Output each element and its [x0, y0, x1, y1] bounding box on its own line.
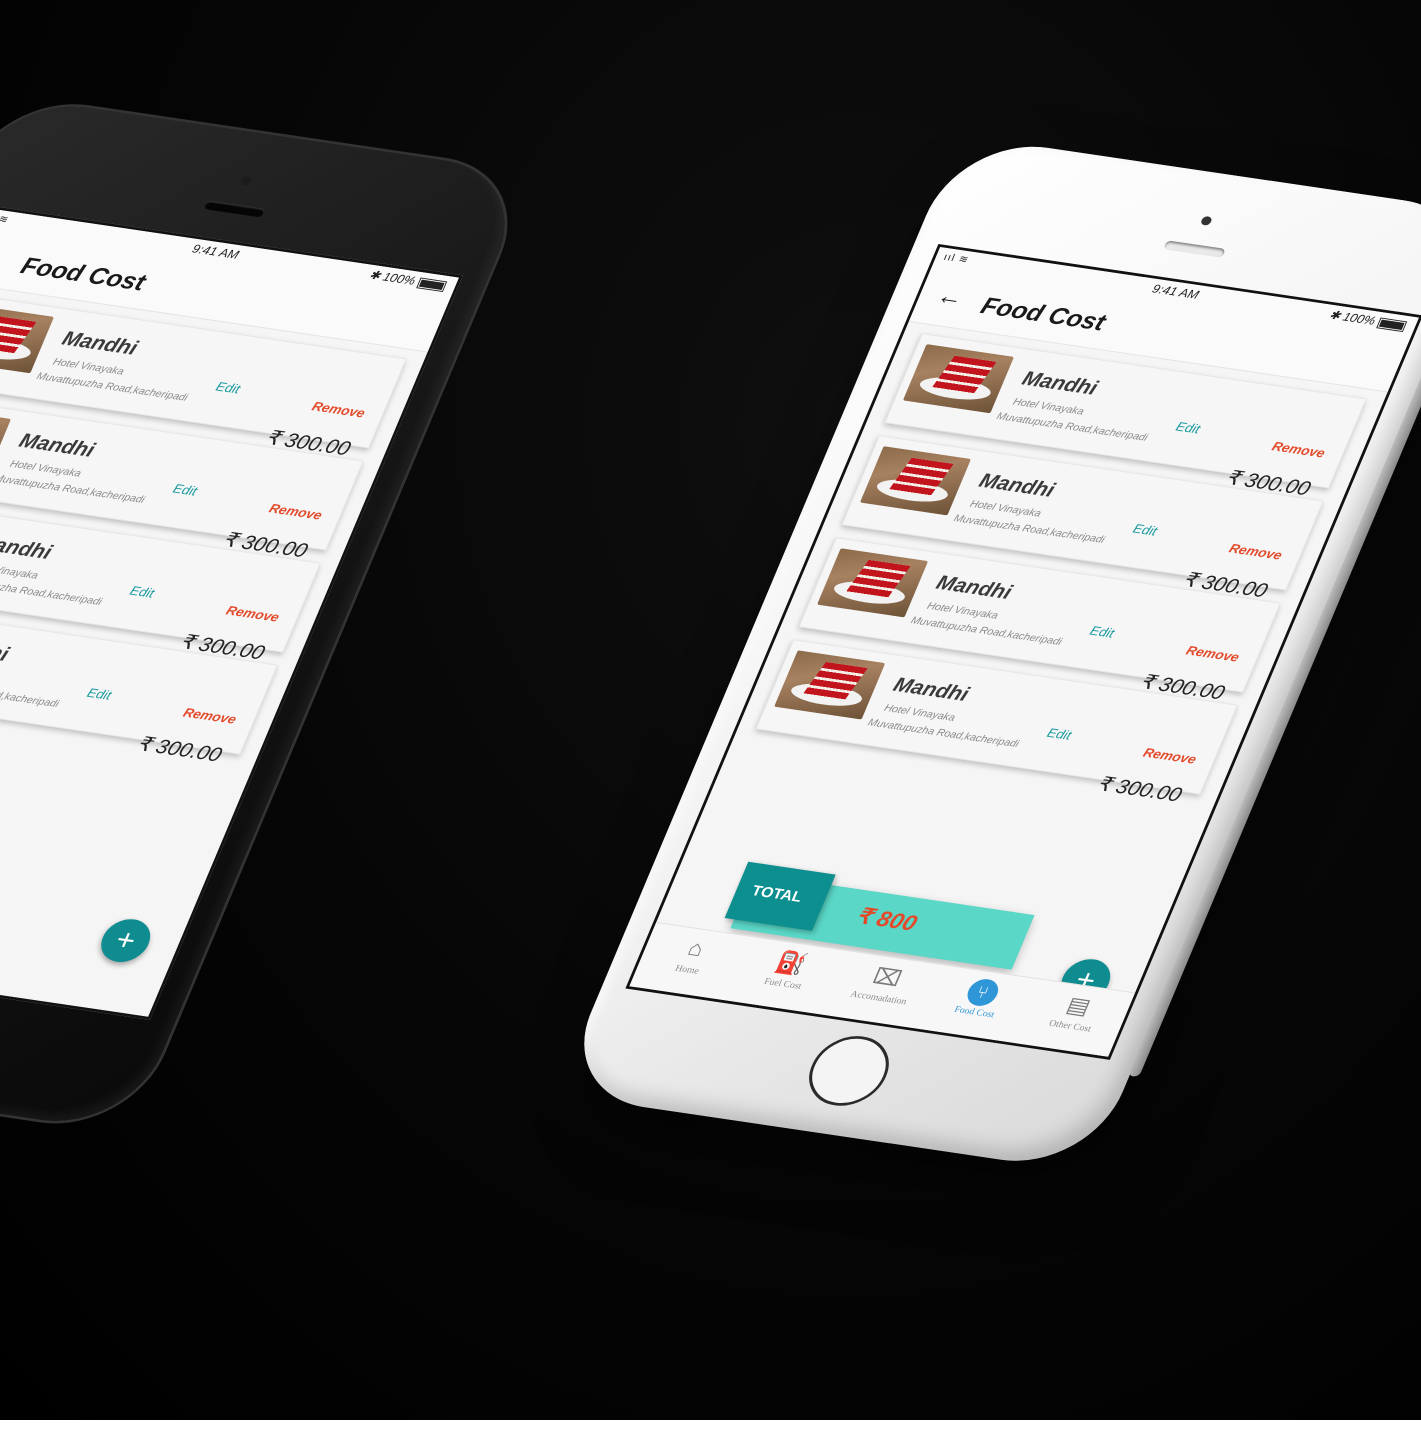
app-screen: ııl ≋ 9:41 AM ✱ 100% ← Food Cost Mandhi … — [625, 243, 1421, 1060]
cake-image — [774, 650, 886, 720]
food-place: Hotel Vinayaka — [0, 561, 40, 582]
remove-button[interactable]: Remove — [224, 603, 282, 625]
back-arrow-icon[interactable]: ← — [932, 281, 969, 312]
food-name: Mandhi — [890, 672, 973, 706]
remove-button[interactable]: Remove — [310, 399, 368, 421]
page-title: Food Cost — [976, 291, 1111, 336]
remove-button[interactable]: Remove — [1270, 439, 1328, 461]
remove-button[interactable]: Remove — [1141, 745, 1199, 767]
page-title: Food Cost — [16, 251, 151, 296]
edit-button[interactable]: Edit — [1131, 521, 1160, 538]
edit-button[interactable]: Edit — [214, 379, 243, 396]
food-name: Mandhi — [0, 632, 13, 666]
remove-button[interactable]: Remove — [181, 705, 239, 727]
edit-button[interactable]: Edit — [171, 481, 200, 498]
food-icon: ⑂ — [962, 977, 1003, 1008]
food-name: Mandhi — [58, 326, 142, 360]
food-address: Muvattupuzha Road,kacheripadi — [0, 677, 61, 710]
remove-button[interactable]: Remove — [267, 501, 325, 523]
edit-button[interactable]: Edit — [85, 685, 114, 702]
remove-button[interactable]: Remove — [1227, 541, 1285, 563]
back-arrow-icon[interactable]: ← — [0, 241, 9, 272]
remove-button[interactable]: Remove — [1184, 643, 1242, 665]
cake-image — [817, 548, 929, 618]
earpiece-speaker — [203, 200, 266, 218]
battery-percent: 100% — [1340, 309, 1378, 328]
edit-button[interactable]: Edit — [128, 583, 157, 600]
edit-button[interactable]: Edit — [1088, 623, 1117, 640]
edit-button[interactable]: Edit — [1174, 419, 1203, 436]
home-button[interactable] — [797, 1031, 901, 1111]
food-name: Mandhi — [933, 570, 1016, 604]
background-stage: ııl ≋ 9:41 AM ✱ 100% ← Food Cost Mandhi … — [0, 0, 1421, 1420]
food-name: Mandhi — [0, 530, 56, 564]
app-screen-left: ııl ≋ 9:41 AM ✱ 100% ← Food Cost Mandhi … — [0, 203, 463, 1020]
food-list: Mandhi Hotel Vinayaka Muvattupuzha Road,… — [0, 282, 427, 766]
food-price: ₹ 300.00 — [1093, 771, 1186, 807]
food-name: Mandhi — [975, 468, 1059, 502]
food-name: Mandhi — [1018, 366, 1102, 400]
front-camera — [1199, 215, 1213, 226]
cake-image — [859, 446, 972, 516]
cake-image — [0, 304, 54, 374]
battery-percent: 100% — [380, 269, 418, 288]
total-value: ₹ 800 — [851, 903, 921, 937]
edit-button[interactable]: Edit — [1045, 725, 1074, 742]
phone-white: ııl ≋ 9:41 AM ✱ 100% ← Food Cost Mandhi … — [556, 135, 1421, 1173]
food-list: Mandhi Hotel Vinayaka Muvattupuzha Road,… — [738, 322, 1387, 806]
battery-icon — [1376, 317, 1408, 332]
food-name: Mandhi — [15, 428, 99, 462]
food-address: Muvattupuzha Road,kacheripadi — [0, 575, 104, 608]
battery-icon — [416, 277, 448, 292]
earpiece-speaker — [1163, 240, 1226, 258]
phone-black: ııl ≋ 9:41 AM ✱ 100% ← Food Cost Mandhi … — [0, 95, 532, 1133]
front-camera — [239, 175, 253, 186]
add-food-button[interactable]: + — [94, 916, 158, 966]
cake-image — [902, 344, 1014, 414]
food-price: ₹ 300.00 — [133, 731, 226, 767]
total-label: TOTAL — [724, 861, 836, 931]
